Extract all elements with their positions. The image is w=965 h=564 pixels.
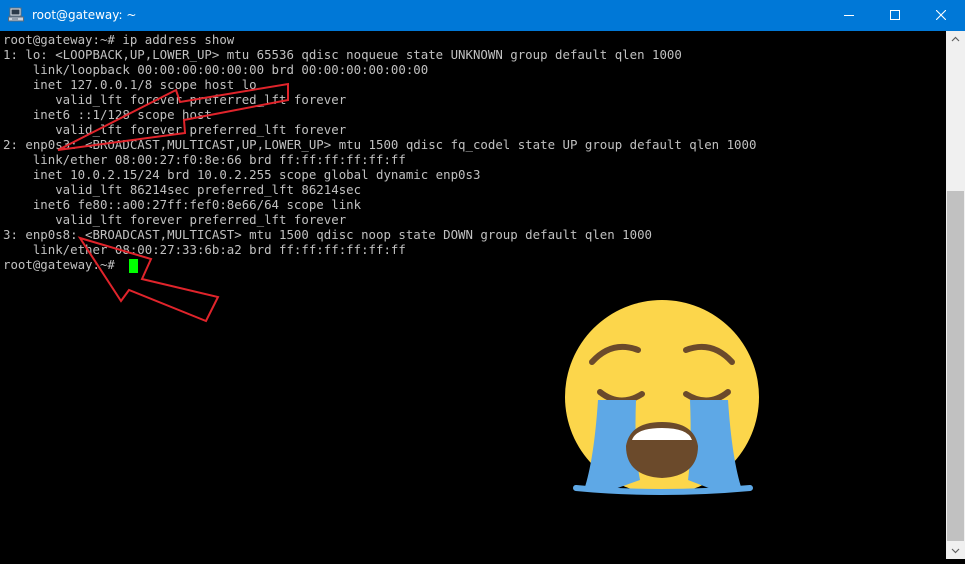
title-bar[interactable]: root@gateway: ~ — [0, 0, 965, 31]
terminal-line: valid_lft forever preferred_lft forever — [3, 122, 347, 137]
terminal-line: inet 127.0.0.1/8 scope host lo — [3, 77, 257, 92]
terminal-line: valid_lft forever preferred_lft forever — [3, 212, 347, 227]
terminal-cursor — [129, 259, 138, 273]
minimize-button[interactable] — [826, 0, 872, 31]
maximize-icon — [890, 10, 900, 20]
terminal-line: link/loopback 00:00:00:00:00:00 brd 00:0… — [3, 62, 429, 77]
minimize-icon — [844, 15, 854, 16]
terminal-line: valid_lft 86214sec preferred_lft 86214se… — [3, 182, 362, 197]
terminal-line: valid_lft forever preferred_lft forever — [3, 92, 347, 107]
terminal-line: 3: enp0s8: <BROADCAST,MULTICAST> mtu 150… — [3, 227, 653, 242]
window-title: root@gateway: ~ — [32, 8, 137, 22]
terminal-line: root@gateway:~# ip address show — [3, 32, 235, 47]
terminal-line: link/ether 08:00:27:33:6b:a2 brd ff:ff:f… — [3, 242, 406, 257]
terminal-line: inet6 fe80::a00:27ff:fef0:8e66/64 scope … — [3, 197, 362, 212]
terminal-output[interactable]: root@gateway:~# ip address show 1: lo: <… — [0, 31, 946, 559]
maximize-button[interactable] — [872, 0, 918, 31]
scroll-down-button[interactable] — [946, 542, 965, 559]
scrollbar-thumb[interactable] — [947, 191, 964, 541]
scroll-up-button[interactable] — [946, 31, 965, 48]
terminal-line: link/ether 08:00:27:f0:8e:66 brd ff:ff:f… — [3, 152, 406, 167]
terminal-prompt: root@gateway:~# — [3, 257, 123, 272]
close-icon — [936, 10, 946, 20]
terminal-line: 2: enp0s3: <BROADCAST,MULTICAST,UP,LOWER… — [3, 137, 757, 152]
terminal-app-icon[interactable] — [8, 7, 24, 23]
vertical-scrollbar[interactable] — [946, 31, 965, 559]
chevron-up-icon — [951, 36, 960, 42]
terminal-line: inet 10.0.2.15/24 brd 10.0.2.255 scope g… — [3, 167, 481, 182]
chevron-down-icon — [951, 548, 960, 554]
terminal-line: inet6 ::1/128 scope host — [3, 107, 212, 122]
terminal-line: 1: lo: <LOOPBACK,UP,LOWER_UP> mtu 65536 … — [3, 47, 682, 62]
close-button[interactable] — [918, 0, 964, 31]
